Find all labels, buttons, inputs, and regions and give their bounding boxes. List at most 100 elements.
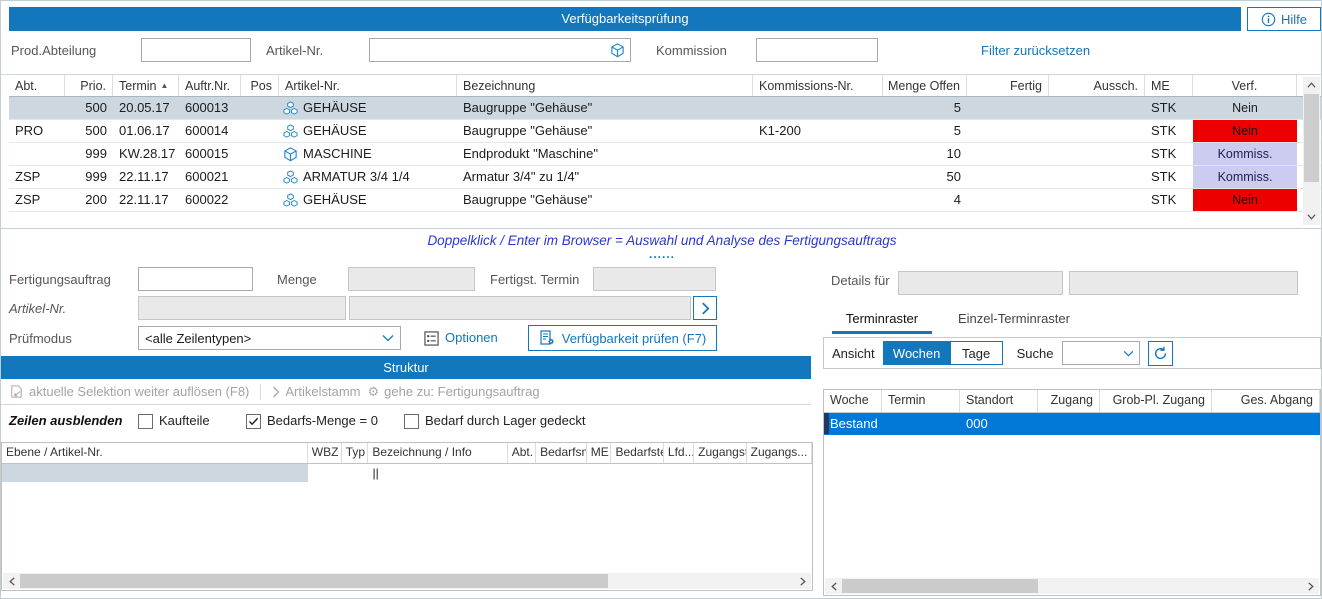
terminraster-col-5[interactable]: Ges. Abgang xyxy=(1212,390,1320,412)
details-bezeichnung-input xyxy=(1069,271,1298,295)
tab-einzel-terminraster[interactable]: Einzel-Terminraster xyxy=(949,307,1079,331)
terminraster-row[interactable]: Bestand000 xyxy=(824,413,1320,435)
kommission-input[interactable] xyxy=(756,38,878,62)
struktur-cell xyxy=(612,464,664,482)
struktur-col-1[interactable]: WBZ xyxy=(308,443,342,463)
page-title: Verfügbarkeitsprüfung xyxy=(9,7,1241,31)
order-cell: ZSP xyxy=(9,166,65,188)
checkbox-box[interactable] xyxy=(404,414,419,429)
struktur-col-4[interactable]: Abt. xyxy=(508,443,536,463)
struktur-col-9[interactable]: Zugangste... xyxy=(694,443,746,463)
goto-article-button[interactable] xyxy=(693,296,717,320)
struktur-cell xyxy=(2,464,308,482)
orders-col-4[interactable]: Pos xyxy=(241,75,279,96)
orders-header: Abt.Prio.Termin▲Auftr.Nr.PosArtikel-Nr.B… xyxy=(9,75,1322,97)
tab-terminraster[interactable]: Terminraster xyxy=(832,307,932,334)
terminraster-cell xyxy=(882,413,960,435)
order-row[interactable]: ZSP20022.11.17600022GEHÄUSEBaugruppe "Ge… xyxy=(9,189,1322,212)
scrollbar-thumb[interactable] xyxy=(20,574,608,588)
orders-col-6[interactable]: Bezeichnung xyxy=(457,75,753,96)
orders-col-0[interactable]: Abt. xyxy=(9,75,65,96)
pruefmodus-select[interactable]: <alle Zeilentypen> xyxy=(138,326,401,350)
orders-col-3[interactable]: Auftr.Nr. xyxy=(179,75,241,96)
orders-col-10[interactable]: Aussch. xyxy=(1049,75,1145,96)
scroll-right-icon[interactable] xyxy=(1302,578,1319,594)
checkbox-box[interactable] xyxy=(246,414,261,429)
fertigungsauftrag-input[interactable] xyxy=(138,267,253,291)
order-row[interactable]: ZSP99922.11.17600021ARMATUR 3/4 1/4Armat… xyxy=(9,166,1322,189)
scroll-up-icon[interactable] xyxy=(1303,77,1320,93)
menge-input xyxy=(348,267,475,291)
scroll-left-icon[interactable] xyxy=(3,573,20,589)
view-wochen-button[interactable]: Wochen xyxy=(884,342,950,364)
checkbox-1[interactable]: Bedarfs-Menge = 0 xyxy=(246,405,378,437)
scrollbar-thumb[interactable] xyxy=(1304,94,1319,182)
order-cell xyxy=(241,166,279,188)
order-cell: GEHÄUSE xyxy=(279,120,457,142)
scrollbar-thumb[interactable] xyxy=(842,579,1038,593)
details-for-label: Details für xyxy=(831,273,890,288)
struktur-col-10[interactable]: Zugangs... xyxy=(747,443,812,463)
splitter-handle[interactable]: ...... xyxy=(1,249,1322,259)
checkbox-2[interactable]: Bedarf durch Lager gedeckt xyxy=(404,405,585,437)
terminraster-col-4[interactable]: Grob-Pl. Zugang xyxy=(1100,390,1212,412)
scroll-left-icon[interactable] xyxy=(825,578,842,594)
orders-col-1[interactable]: Prio. xyxy=(65,75,113,96)
struktur-cell xyxy=(536,464,587,482)
artikel-nr-input xyxy=(138,296,346,320)
struktur-horizontal-scrollbar[interactable] xyxy=(3,573,811,589)
struktur-table-row[interactable]: || xyxy=(2,464,812,482)
optionen-button[interactable]: Optionen xyxy=(424,326,498,350)
struktur-col-8[interactable]: Lfd.... xyxy=(664,443,694,463)
availability-check-icon xyxy=(539,330,555,346)
view-tage-button[interactable]: Tage xyxy=(950,342,1002,364)
prod-abteilung-input[interactable] xyxy=(141,38,251,62)
orders-col-5[interactable]: Artikel-Nr. xyxy=(279,75,457,96)
availability-badge: Nein xyxy=(1193,97,1297,119)
struktur-col-0[interactable]: Ebene / Artikel-Nr. xyxy=(2,443,308,463)
orders-col-12[interactable]: Verf. xyxy=(1193,75,1297,96)
terminraster-horizontal-scrollbar[interactable] xyxy=(825,578,1319,594)
refresh-button[interactable] xyxy=(1148,341,1173,366)
orders-col-8[interactable]: Menge Offen xyxy=(883,75,967,96)
order-row[interactable]: 999KW.28.17600015MASCHINEEndprodukt "Mas… xyxy=(9,143,1322,166)
order-cell: 600015 xyxy=(179,143,241,165)
order-row[interactable]: 50020.05.17600013GEHÄUSEBaugruppe "Gehäu… xyxy=(9,97,1322,120)
struktur-col-6[interactable]: ME xyxy=(587,443,612,463)
terminraster-header: WocheTerminStandortZugangGrob-Pl. Zugang… xyxy=(824,390,1320,413)
order-cell: 5 xyxy=(883,120,967,142)
terminraster-col-0[interactable]: Woche xyxy=(824,390,882,412)
terminraster-col-2[interactable]: Standort xyxy=(960,390,1038,412)
check-availability-button[interactable]: Verfügbarkeit prüfen (F7) xyxy=(528,325,717,351)
terminraster-col-3[interactable]: Zugang xyxy=(1038,390,1100,412)
filter-bar: Prod.Abteilung Artikel-Nr. Kommission Fi… xyxy=(1,38,1321,66)
checkbox-0[interactable]: Kaufteile xyxy=(138,405,210,437)
order-cell: 999 xyxy=(65,166,113,188)
orders-col-2[interactable]: Termin▲ xyxy=(113,75,179,96)
orders-col-9[interactable]: Fertig xyxy=(967,75,1049,96)
filter-reset-link[interactable]: Filter zurücksetzen xyxy=(981,38,1090,64)
struktur-col-2[interactable]: Typ xyxy=(342,443,369,463)
goto-fertigungsauftrag-button[interactable]: ⚙ gehe zu: Fertigungsauftrag xyxy=(368,384,540,399)
artikel-filter-input[interactable] xyxy=(370,39,610,61)
help-button[interactable]: Hilfe xyxy=(1247,7,1321,31)
order-cell: ZSP xyxy=(9,189,65,211)
assembly-icon xyxy=(283,124,298,139)
artikelstamm-button[interactable]: Artikelstamm xyxy=(272,384,360,399)
checkbox-box[interactable] xyxy=(138,414,153,429)
suche-select[interactable] xyxy=(1062,341,1140,365)
details-tabs: Terminraster Einzel-Terminraster xyxy=(823,307,1321,335)
order-cell: 01.06.17 xyxy=(113,120,179,142)
struktur-col-5[interactable]: Bedarfsme... xyxy=(536,443,587,463)
scroll-right-icon[interactable] xyxy=(794,573,811,589)
resolve-selection-button[interactable]: aktuelle Selektion weiter auflösen (F8) xyxy=(9,384,249,399)
order-cell: GEHÄUSE xyxy=(279,97,457,119)
terminraster-col-1[interactable]: Termin xyxy=(882,390,960,412)
struktur-col-7[interactable]: Bedarfster... xyxy=(611,443,663,463)
struktur-col-3[interactable]: Bezeichnung / Info xyxy=(368,443,507,463)
orders-col-11[interactable]: ME xyxy=(1145,75,1193,96)
scroll-down-icon[interactable] xyxy=(1303,209,1320,225)
orders-vertical-scrollbar[interactable] xyxy=(1303,77,1320,225)
orders-col-7[interactable]: Kommissions-Nr. xyxy=(753,75,883,96)
order-row[interactable]: PRO50001.06.17600014GEHÄUSEBaugruppe "Ge… xyxy=(9,120,1322,143)
